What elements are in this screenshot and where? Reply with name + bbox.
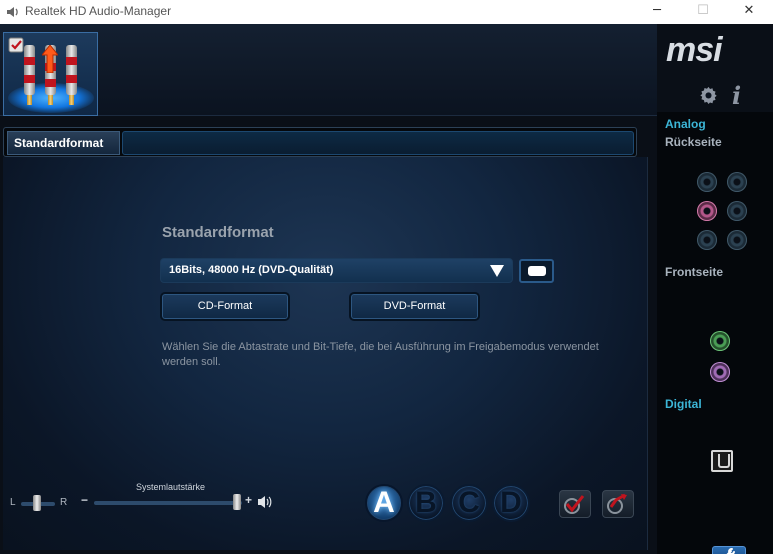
- profile-d-button[interactable]: D: [492, 484, 530, 522]
- volume-slider-track[interactable]: [94, 501, 242, 505]
- save-profile-button[interactable]: [602, 490, 634, 518]
- advanced-settings-button[interactable]: [712, 546, 746, 554]
- volume-slider-thumb[interactable]: [233, 494, 241, 510]
- profile-b-button[interactable]: B: [407, 484, 445, 522]
- tab-strip-empty: [122, 131, 634, 155]
- rear-jack-4[interactable]: [727, 201, 747, 221]
- profile-c-label: C: [458, 486, 480, 519]
- balance-right-label: R: [60, 497, 68, 508]
- save-check-icon: [607, 493, 627, 514]
- plug-icon: [24, 45, 35, 105]
- rear-jack-6[interactable]: [727, 230, 747, 250]
- content-panel: Standardformat 16Bits, 48000 Hz (DVD-Qua…: [3, 157, 648, 550]
- volume-label: Systemlautstärke: [136, 482, 206, 492]
- plug-icon: [66, 45, 77, 105]
- minimize-button[interactable]: ─: [634, 0, 680, 24]
- tab-standardformat[interactable]: Standardformat: [7, 131, 120, 155]
- profile-b-label: B: [415, 486, 437, 519]
- profile-c-button[interactable]: C: [450, 484, 488, 522]
- close-button[interactable]: ✕: [726, 0, 772, 24]
- format-test-button[interactable]: [519, 259, 554, 283]
- chevron-down-icon: [490, 265, 504, 277]
- info-icon[interactable]: i: [732, 81, 741, 110]
- balance-slider-thumb[interactable]: [33, 495, 41, 511]
- title-bar: Realtek HD Audio-Manager ─ ☐ ✕: [0, 0, 773, 24]
- speaker-app-icon: [7, 7, 18, 17]
- rear-jack-1[interactable]: [697, 172, 717, 192]
- top-band: [0, 24, 657, 116]
- digital-label: Digital: [665, 397, 702, 411]
- toggle-knob: [528, 266, 546, 276]
- volume-minus-icon: −: [81, 493, 89, 507]
- maximize-button[interactable]: ☐: [680, 0, 726, 24]
- checkmark-icon: [564, 495, 585, 514]
- msi-logo: msi: [666, 32, 725, 66]
- tab-strip: Standardformat: [3, 127, 637, 157]
- front-jack-headphone[interactable]: [710, 331, 730, 351]
- analog-label: Analog: [665, 117, 706, 131]
- wrench-icon: [726, 548, 735, 554]
- format-select[interactable]: 16Bits, 48000 Hz (DVD-Qualität): [160, 258, 513, 283]
- front-jack-mic[interactable]: [710, 362, 730, 382]
- front-label: Frontseite: [665, 265, 724, 279]
- rear-jack-2[interactable]: [727, 172, 747, 192]
- window-title: Realtek HD Audio-Manager: [25, 4, 172, 18]
- gear-icon[interactable]: [699, 85, 718, 104]
- rear-label: Rückseite: [665, 135, 722, 149]
- apply-profile-button[interactable]: [559, 490, 591, 518]
- rear-jack-mic[interactable]: [697, 201, 717, 221]
- balance-left-label: L: [10, 497, 16, 508]
- profile-d-label: D: [500, 486, 522, 519]
- cd-format-button[interactable]: CD-Format: [160, 292, 290, 321]
- description-text: Wählen Sie die Abtastrate und Bit-Tiefe,…: [162, 341, 599, 368]
- format-select-value: 16Bits, 48000 Hz (DVD-Qualität): [169, 264, 334, 276]
- device-tile-line-out[interactable]: [3, 32, 98, 116]
- volume-plus-icon: +: [245, 493, 253, 507]
- arrow-up-icon: [42, 45, 58, 73]
- spdif-port-icon[interactable]: [711, 450, 733, 472]
- speaker-mute-icon[interactable]: [257, 495, 273, 509]
- checkmark-icon: [8, 37, 24, 53]
- rear-jack-5[interactable]: [697, 230, 717, 250]
- connector-side-panel: Analog Rückseite Frontseite Digital: [657, 112, 773, 554]
- profile-a-label: A: [373, 486, 395, 519]
- dvd-format-button[interactable]: DVD-Format: [349, 292, 480, 321]
- app-main: msi i Standardformat Standardformat 16Bi…: [0, 24, 773, 554]
- profile-a-button[interactable]: A: [365, 484, 403, 522]
- svg-text:msi: msi: [666, 32, 724, 66]
- section-title: Standardformat: [162, 224, 274, 241]
